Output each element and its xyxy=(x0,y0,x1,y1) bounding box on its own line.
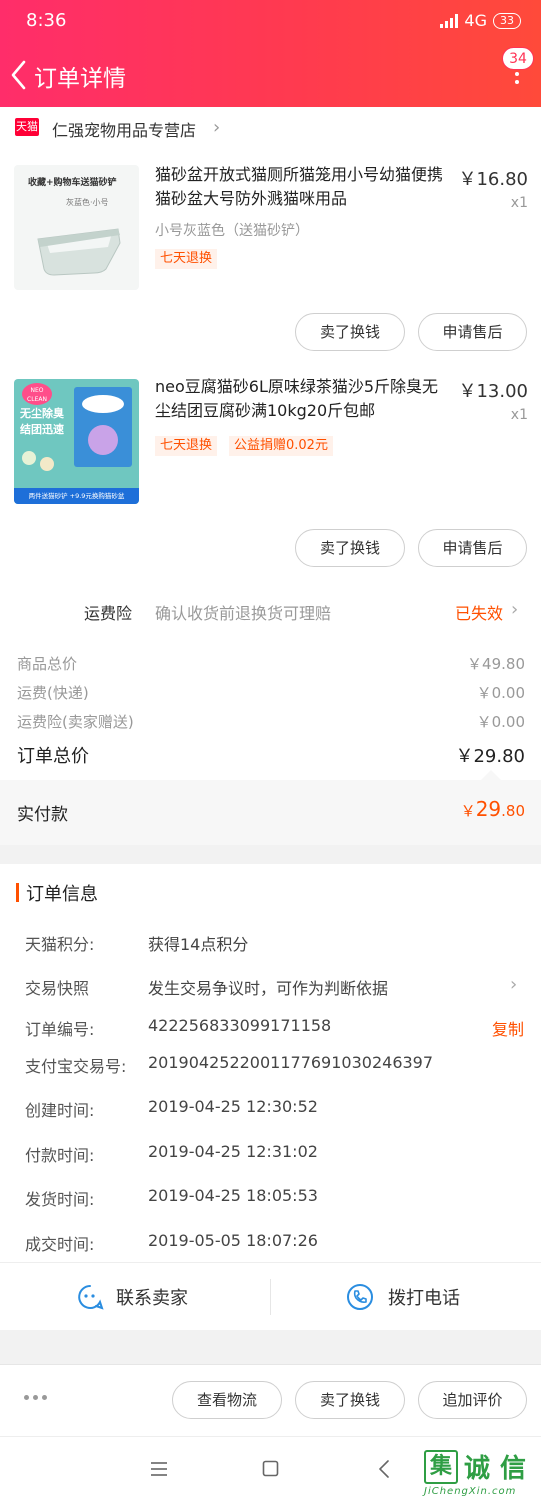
thumb-promo-banner: 两件送猫砂铲 +9.9元换购猫砂盆 xyxy=(14,488,139,504)
after-sales-button[interactable]: 申请售后 xyxy=(418,313,527,351)
home-icon[interactable] xyxy=(262,1460,279,1477)
product-price: ￥13.00 xyxy=(458,381,528,402)
summary-row-insurance: 运费险(卖家赠送) ￥0.00 xyxy=(0,709,541,733)
tag-seven-day-return: 七天退换 xyxy=(155,249,218,269)
summary-label: 运费(快递) xyxy=(17,684,89,702)
litter-box-image xyxy=(37,228,121,276)
call-phone-label: 拨打电话 xyxy=(388,1288,460,1309)
resell-button[interactable]: 卖了换钱 xyxy=(295,313,405,351)
resell-button[interactable]: 卖了换钱 xyxy=(295,1381,405,1419)
chat-icon xyxy=(78,1285,104,1310)
thumb-slogan-2: 结团迅速 xyxy=(20,423,64,436)
contact-seller-label: 联系卖家 xyxy=(116,1288,188,1309)
section-title: 订单信息 xyxy=(26,884,98,905)
battery-icon: 33 xyxy=(493,12,521,29)
product-item[interactable]: 收藏+购物车送猫砂铲 灰蓝色·小号 猫砂盆开放式猫厕所猫笼用小号幼猫便携猫砂盆大… xyxy=(0,163,541,393)
info-row-shipped: 发货时间: 2019-04-25 18:05:53 xyxy=(25,1186,318,1209)
product-quantity: x1 xyxy=(510,407,528,423)
info-row-order-number: 订单编号: 422256833099171158 复制 xyxy=(25,1016,524,1040)
shop-name[interactable]: 仁强宠物用品专营店 xyxy=(52,117,196,141)
more-actions-icon[interactable] xyxy=(24,1395,47,1400)
header: 8:36 4G 33 订单详情 xyxy=(0,0,541,107)
thumb-variant: 灰蓝色·小号 xyxy=(66,198,109,207)
insurance-label: 运费险 xyxy=(84,604,133,623)
summary-value: ￥49.80 xyxy=(467,655,525,673)
thumb-slogan-1: 无尘除臭 xyxy=(20,407,64,420)
phone-icon xyxy=(347,1284,373,1310)
bottom-action-bar: 查看物流 卖了换钱 追加评价 xyxy=(0,1364,541,1436)
navbar: 订单详情 xyxy=(0,44,541,107)
order-total-row: 订单总价 ￥29.80 xyxy=(0,739,541,769)
signal-icon xyxy=(440,13,459,28)
order-info-section: 订单信息 天猫积分: 获得14点积分 交易快照 发生交易争议时，可作为判断依据 › … xyxy=(0,864,541,1262)
thumb-caption: 收藏+购物车送猫砂铲 xyxy=(28,178,117,188)
after-sales-button[interactable]: 申请售后 xyxy=(418,529,527,567)
neo-clean-logo: NEO CLEAN xyxy=(22,383,52,405)
product-thumbnail[interactable]: NEO CLEAN 无尘除臭 结团迅速 两件送猫砂铲 +9.9元换购猫砂盆 xyxy=(14,379,139,504)
chevron-right-icon: › xyxy=(213,117,221,138)
message-badge[interactable]: 34 xyxy=(502,47,534,70)
product-thumbnail[interactable]: 收藏+购物车送猫砂铲 灰蓝色·小号 xyxy=(14,165,139,290)
paid-amount-box: 实付款 ￥29.80 xyxy=(0,770,541,845)
insurance-desc: 确认收货前退换货可理赔 xyxy=(155,604,332,623)
product-title[interactable]: 猫砂盆开放式猫厕所猫笼用小号幼猫便携猫砂盆大号防外溅猫咪用品 xyxy=(155,163,450,211)
chevron-right-icon: › xyxy=(510,974,518,995)
chevron-right-icon: › xyxy=(511,599,519,620)
order-card: 天猫 仁强宠物用品专营店 › 收藏+购物车送猫砂铲 灰蓝色·小号 猫砂盆开放式猫… xyxy=(0,107,541,845)
page-title: 订单详情 xyxy=(34,66,126,92)
litter-bag-image xyxy=(74,387,132,467)
divider xyxy=(270,1279,271,1315)
info-row-snapshot[interactable]: 交易快照 发生交易争议时，可作为判断依据 › xyxy=(0,973,541,999)
shipping-insurance-row[interactable]: 运费险 确认收货前退换货可理赔 已失效 › xyxy=(0,591,541,631)
shop-row[interactable]: 天猫 仁强宠物用品专营店 › xyxy=(0,107,541,147)
back-icon[interactable] xyxy=(8,58,30,92)
order-info-header: 订单信息 xyxy=(0,878,541,908)
tmall-logo: 天猫 xyxy=(15,118,39,136)
summary-value: ￥0.00 xyxy=(476,713,525,731)
info-row-paid: 付款时间: 2019-04-25 12:31:02 xyxy=(25,1142,318,1165)
info-row-created: 创建时间: 2019-04-25 12:30:52 xyxy=(25,1097,318,1120)
info-row-points: 天猫积分: 获得14点积分 xyxy=(25,935,249,954)
insurance-status: 已失效 xyxy=(455,604,504,623)
product-quantity: x1 xyxy=(510,195,528,211)
summary-label: 商品总价 xyxy=(17,655,78,673)
status-time: 8:36 xyxy=(26,10,67,31)
paid-amount: ￥29.80 xyxy=(460,797,525,821)
add-review-button[interactable]: 追加评价 xyxy=(418,1381,527,1419)
paid-label: 实付款 xyxy=(17,805,68,825)
product-title[interactable]: neo豆腐猫砂6L原味绿茶猫沙5斤除臭无尘结团豆腐砂满10kg20斤包邮 xyxy=(155,375,450,423)
watermark-logo: 集 诚 信 JiChengXin.com xyxy=(420,1446,541,1500)
tag-seven-day-return: 七天退换 xyxy=(155,436,218,456)
status-bar: 8:36 4G 33 xyxy=(0,0,541,44)
tag-charity: 公益捐赠0.02元 xyxy=(229,436,333,456)
order-total-value: ￥29.80 xyxy=(455,746,525,767)
product-spec: 小号灰蓝色（送猫砂铲） xyxy=(155,223,309,239)
product-price: ￥16.80 xyxy=(458,169,528,190)
view-logistics-button[interactable]: 查看物流 xyxy=(172,1381,282,1419)
back-nav-icon[interactable] xyxy=(378,1459,390,1479)
summary-value: ￥0.00 xyxy=(476,684,525,702)
info-row-alipay-number: 支付宝交易号: 2019042522001177691030246397 xyxy=(25,1053,434,1076)
order-total-label: 订单总价 xyxy=(17,746,89,767)
resell-button[interactable]: 卖了换钱 xyxy=(295,529,405,567)
section-accent-bar xyxy=(16,883,19,902)
status-indicators: 4G 33 xyxy=(440,11,521,30)
menu-icon[interactable] xyxy=(150,1461,168,1477)
contact-bar: 联系卖家 拨打电话 xyxy=(0,1262,541,1330)
network-type: 4G xyxy=(464,11,487,30)
contact-seller-button[interactable]: 联系卖家 xyxy=(76,1263,188,1331)
summary-label: 运费险(卖家赠送) xyxy=(17,713,134,731)
summary-row-shipping: 运费(快递) ￥0.00 xyxy=(0,680,541,704)
summary-row-goods: 商品总价 ￥49.80 xyxy=(0,651,541,675)
info-row-completed: 成交时间: 2019-05-05 18:07:26 xyxy=(25,1231,318,1254)
call-phone-button[interactable]: 拨打电话 xyxy=(346,1263,460,1331)
copy-button[interactable]: 复制 xyxy=(492,1016,524,1040)
product-item[interactable]: NEO CLEAN 无尘除臭 结团迅速 两件送猫砂铲 +9.9元换购猫砂盆 ne… xyxy=(0,377,541,584)
